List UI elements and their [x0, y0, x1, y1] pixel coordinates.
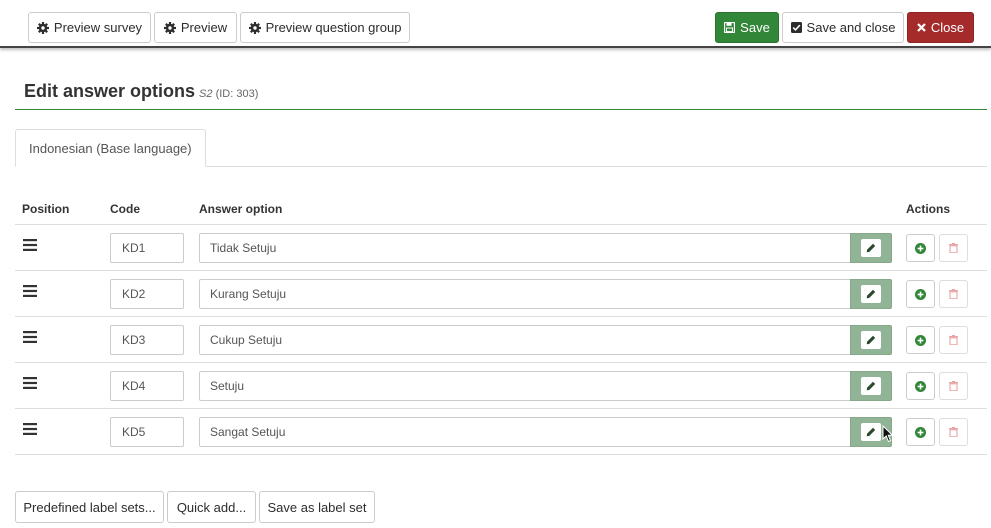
gear-icon — [36, 21, 49, 34]
bars-icon[interactable] — [23, 423, 37, 435]
answer-input[interactable] — [199, 417, 850, 447]
gear-icon — [248, 21, 261, 34]
pencil-icon — [866, 427, 876, 437]
bars-icon[interactable] — [23, 331, 37, 343]
add-option-button[interactable] — [906, 418, 935, 446]
add-option-button[interactable] — [906, 280, 935, 308]
plus-circle-icon — [915, 288, 926, 300]
header-code: Code — [110, 202, 140, 216]
delete-option-button[interactable] — [939, 372, 968, 400]
mouse-cursor-icon — [882, 425, 894, 443]
trash-icon — [949, 289, 958, 299]
delete-option-button[interactable] — [939, 234, 968, 262]
code-input[interactable] — [110, 279, 184, 309]
header-answer-option: Answer option — [199, 202, 283, 216]
trash-icon — [949, 335, 958, 345]
table-row — [15, 271, 987, 317]
gear-icon — [163, 21, 176, 34]
code-input[interactable] — [110, 325, 184, 355]
delete-option-button[interactable] — [939, 326, 968, 354]
floppy-icon — [724, 22, 736, 33]
plus-circle-icon — [915, 426, 926, 438]
preview-question-group-button[interactable]: Preview question group — [240, 12, 410, 43]
check-square-icon — [790, 22, 802, 33]
preview-label: Preview — [180, 20, 228, 35]
trash-icon — [949, 381, 958, 391]
code-input[interactable] — [110, 371, 184, 401]
delete-option-button[interactable] — [939, 280, 968, 308]
language-tabs: Indonesian (Base language) — [15, 129, 987, 167]
quick-add-button[interactable]: Quick add... — [167, 491, 256, 523]
pencil-icon — [866, 289, 876, 299]
preview-survey-label: Preview survey — [53, 20, 143, 35]
plus-circle-icon — [915, 380, 926, 392]
answer-input[interactable] — [199, 233, 850, 263]
top-toolbar: Preview survey Preview Preview question … — [0, 0, 991, 48]
add-option-button[interactable] — [906, 372, 935, 400]
preview-survey-button[interactable]: Preview survey — [28, 12, 151, 43]
plus-circle-icon — [915, 334, 926, 346]
table-header: Position Code Answer option Actions — [15, 196, 987, 225]
add-option-button[interactable] — [906, 326, 935, 354]
header-position: Position — [22, 202, 70, 216]
answer-input[interactable] — [199, 371, 850, 401]
page-header: Edit answer options S2 (ID: 303) — [15, 78, 987, 110]
save-button[interactable]: Save — [715, 12, 779, 43]
table-row — [15, 409, 987, 455]
header-actions: Actions — [906, 202, 951, 216]
save-label: Save — [740, 20, 770, 35]
bars-icon[interactable] — [23, 377, 37, 389]
plus-circle-icon — [915, 242, 926, 254]
pencil-icon — [866, 335, 876, 345]
code-input[interactable] — [110, 417, 184, 447]
predefined-label-sets-button[interactable]: Predefined label sets... — [15, 491, 164, 523]
page-title-text: Edit answer options — [24, 81, 196, 101]
close-button[interactable]: Close — [907, 12, 974, 43]
answer-input[interactable] — [199, 279, 850, 309]
question-id: (ID: 303) — [215, 88, 259, 100]
answer-input[interactable] — [199, 325, 850, 355]
save-and-close-label: Save and close — [806, 20, 896, 35]
close-label: Close — [930, 20, 965, 35]
table-row — [15, 363, 987, 409]
bars-icon[interactable] — [23, 239, 37, 251]
edit-answer-button[interactable] — [850, 279, 892, 309]
x-icon — [917, 23, 926, 32]
delete-option-button[interactable] — [939, 418, 968, 446]
trash-icon — [949, 243, 958, 253]
edit-answer-button[interactable] — [850, 371, 892, 401]
edit-answer-button[interactable] — [850, 325, 892, 355]
bars-icon[interactable] — [23, 285, 37, 297]
page-title: Edit answer options S2 (ID: 303) — [24, 81, 258, 102]
table-row — [15, 317, 987, 363]
code-input[interactable] — [110, 233, 184, 263]
pencil-icon — [866, 381, 876, 391]
trash-icon — [949, 427, 958, 437]
preview-button[interactable]: Preview — [154, 12, 237, 43]
preview-question-group-label: Preview question group — [265, 20, 402, 35]
pencil-icon — [866, 243, 876, 253]
question-subtitle: S2 (ID: 303) — [199, 88, 258, 100]
edit-answer-button[interactable] — [850, 233, 892, 263]
save-as-label-set-button[interactable]: Save as label set — [259, 491, 375, 523]
add-option-button[interactable] — [906, 234, 935, 262]
table-row — [15, 225, 987, 271]
question-code: S2 — [199, 88, 213, 100]
tab-indonesian[interactable]: Indonesian (Base language) — [15, 129, 206, 167]
save-and-close-button[interactable]: Save and close — [782, 12, 904, 43]
